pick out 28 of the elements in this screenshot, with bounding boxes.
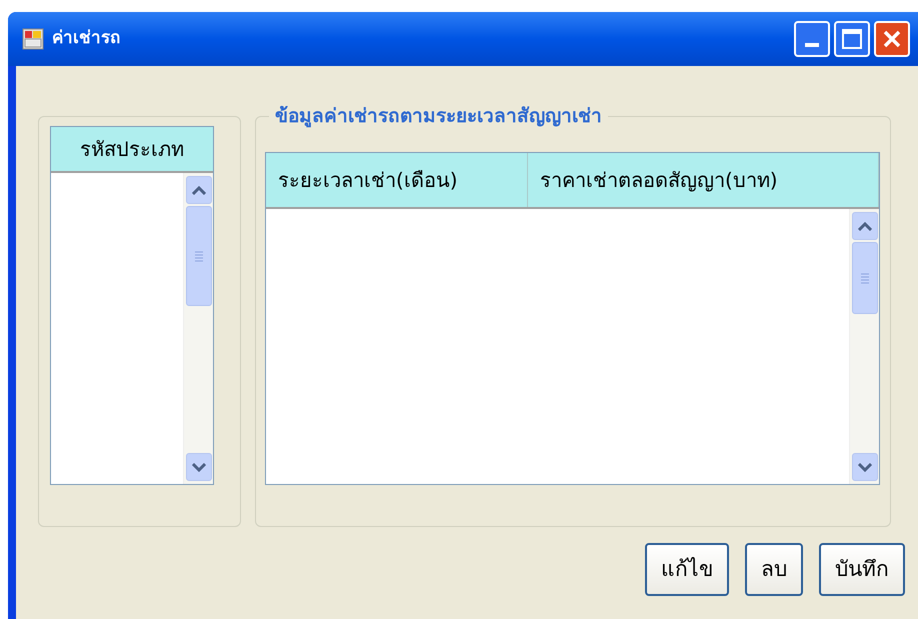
scroll-up-button[interactable]: [186, 176, 212, 204]
vertical-scrollbar[interactable]: [849, 209, 879, 484]
minimize-icon: [805, 43, 819, 47]
grip-icon: [194, 250, 204, 262]
scroll-down-button[interactable]: [852, 453, 878, 481]
action-button[interactable]: บันทึก: [819, 543, 905, 596]
maximize-button[interactable]: [834, 21, 870, 57]
caret-up-icon: [192, 186, 206, 194]
scroll-up-button[interactable]: [852, 212, 878, 240]
scroll-down-button[interactable]: [186, 453, 212, 481]
caret-down-icon: [192, 462, 206, 472]
maximize-icon: [842, 29, 862, 49]
column-header: ราคาเช่าตลอดสัญญา(บาท): [528, 153, 879, 207]
column-header: ระยะเวลาเช่า(เดือน): [266, 153, 528, 207]
action-button[interactable]: ลบ: [745, 543, 803, 596]
vertical-scrollbar[interactable]: [183, 173, 213, 484]
close-button[interactable]: [874, 21, 910, 57]
minimize-button[interactable]: [794, 21, 830, 57]
scroll-thumb[interactable]: [852, 242, 878, 314]
caret-up-icon: [858, 222, 872, 230]
grip-icon: [860, 272, 870, 284]
scroll-thumb[interactable]: [186, 206, 212, 306]
action-button[interactable]: แก้ไข: [645, 543, 729, 596]
caret-down-icon: [858, 462, 872, 472]
window-title: ค่าเช่ารถ: [52, 27, 120, 50]
column-header: รหัสประเภท: [51, 127, 213, 173]
close-icon: [882, 29, 902, 49]
window-app-icon: [22, 28, 44, 50]
